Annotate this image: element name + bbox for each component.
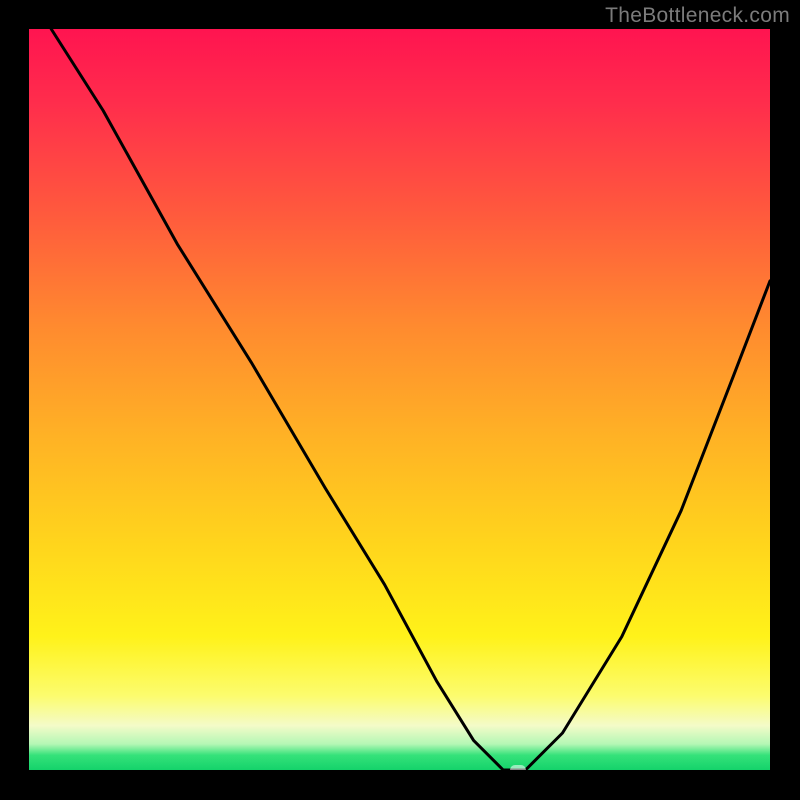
plot-area	[29, 29, 770, 770]
bottleneck-curve	[29, 29, 770, 770]
source-credit: TheBottleneck.com	[605, 4, 790, 28]
optimal-point-marker	[510, 765, 526, 770]
chart-frame: TheBottleneck.com	[0, 0, 800, 800]
